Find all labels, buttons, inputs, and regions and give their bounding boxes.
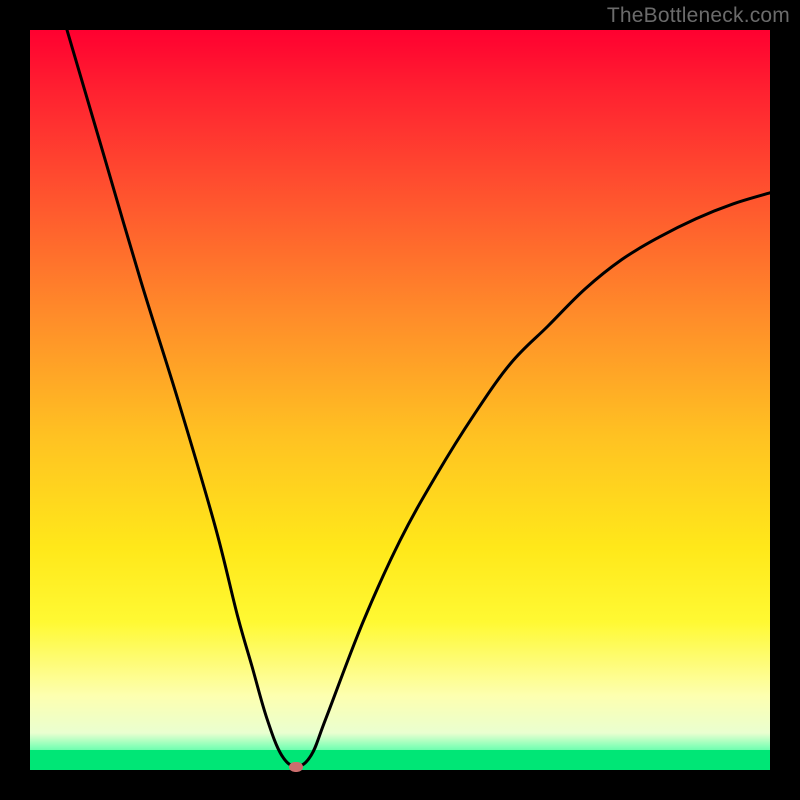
chart-frame: TheBottleneck.com — [0, 0, 800, 800]
curve-svg — [30, 30, 770, 770]
bottleneck-curve — [67, 30, 770, 766]
watermark-text: TheBottleneck.com — [607, 4, 790, 28]
plot-area — [30, 30, 770, 770]
minimum-marker — [289, 762, 303, 772]
